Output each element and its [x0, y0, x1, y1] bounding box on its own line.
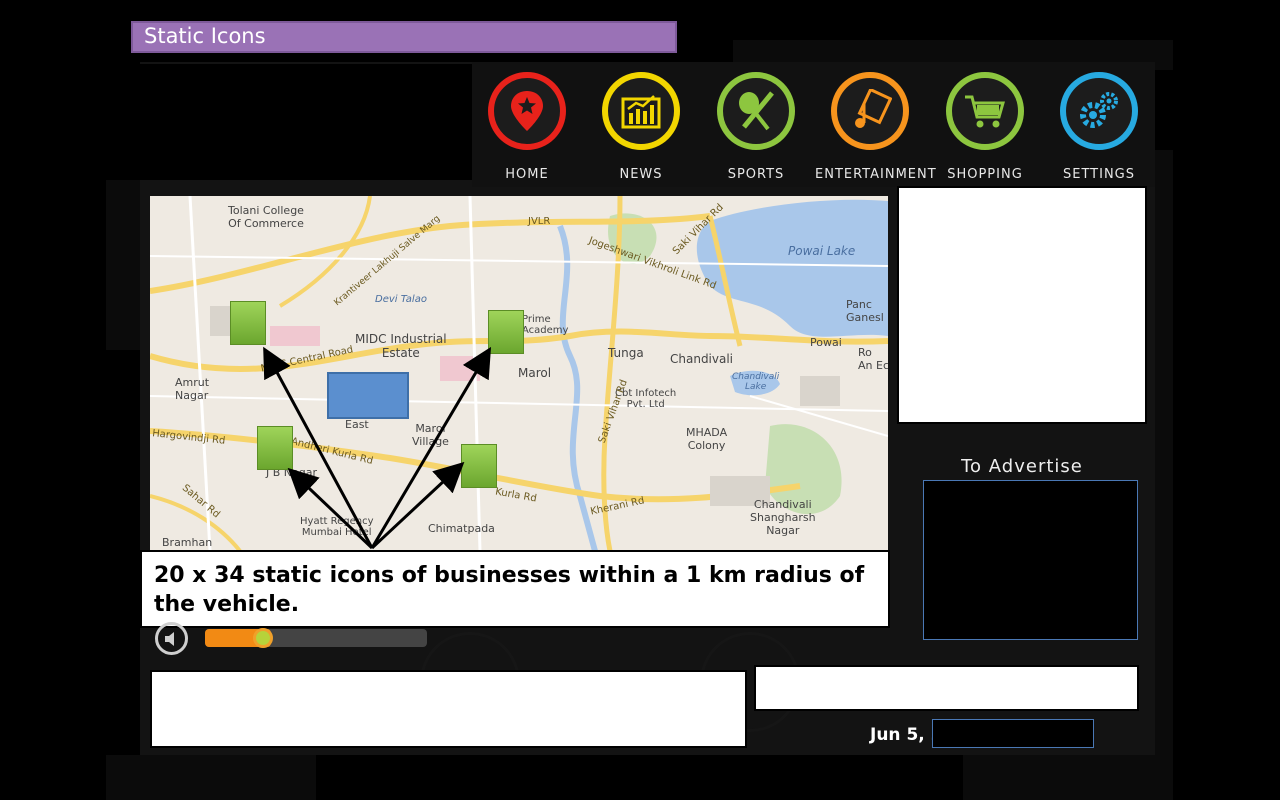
map-label: JVLR — [528, 216, 551, 227]
nav-label: HOME — [505, 167, 549, 182]
nav-label: SPORTS — [727, 167, 785, 182]
business-icon[interactable] — [488, 310, 524, 354]
background-panel-bottom-left — [106, 755, 316, 800]
nav-sports[interactable]: SPORTS — [701, 70, 811, 188]
gears-icon — [1080, 92, 1118, 128]
map-label: Panc Ganesl — [846, 298, 884, 324]
map-label: Prime Academy — [522, 314, 569, 336]
volume-knob[interactable] — [253, 628, 273, 648]
nav-label: NEWS — [619, 167, 663, 182]
map-label: Tunga — [608, 346, 644, 360]
top-nav: HOME NEWS SPORTS ENTERTAINMENT SHOPPING … — [472, 62, 1155, 187]
shopping-ring — [946, 72, 1024, 150]
news-ring — [602, 72, 680, 150]
nav-shopping[interactable]: SHOPPING — [930, 70, 1040, 188]
nav-entertainment[interactable]: ENTERTAINMENT — [815, 70, 937, 188]
ad-slot[interactable] — [923, 480, 1138, 640]
map-label: Devi Talao — [375, 294, 427, 305]
speaker-icon[interactable] — [155, 622, 188, 655]
background-panel-left — [106, 180, 140, 350]
home-ring — [488, 72, 566, 150]
business-icon[interactable] — [257, 426, 293, 470]
redacted-date-box — [932, 719, 1094, 748]
map-label: East — [345, 418, 369, 431]
vehicle-marker — [327, 372, 409, 419]
map-label: Bramhan — [162, 536, 213, 549]
sports-ring — [717, 72, 795, 150]
map-label: Chandivali Shangharsh Nagar — [750, 498, 816, 537]
map-label: Chandivali — [670, 352, 734, 366]
map-label: Marol — [518, 366, 552, 380]
volume-slider[interactable] — [205, 628, 427, 648]
right-info-panel — [897, 186, 1147, 424]
map-label: MHADA Colony — [686, 426, 728, 452]
map-pin-icon — [511, 91, 543, 131]
speaker-glyph — [164, 631, 174, 646]
callout-text: 20 x 34 static icons of businesses withi… — [140, 550, 890, 628]
bottom-left-panel — [150, 670, 747, 748]
background-panel-bottom-right — [963, 755, 1173, 800]
chart-icon — [621, 95, 661, 129]
nav-home[interactable]: HOME — [472, 70, 582, 188]
racket-bat-icon — [739, 91, 774, 131]
map-label: Powai — [810, 336, 842, 349]
entertainment-ring — [831, 72, 909, 150]
map-label: Chandivali Lake — [732, 372, 780, 392]
map-label: MIDC Industrial Estate — [355, 332, 447, 360]
redacted-block — [132, 64, 472, 180]
map-view[interactable]: Tolani College Of Commerce JVLR Saki Vih… — [150, 196, 888, 551]
map-label: Chimatpada — [428, 522, 495, 535]
nav-label: SHOPPING — [947, 167, 1023, 182]
cart-icon — [965, 95, 1005, 128]
map-label: Hyatt Regency Mumbai Hotel — [300, 516, 374, 538]
background-panel-right — [1155, 150, 1173, 760]
business-icon[interactable] — [461, 444, 497, 488]
nav-label: SETTINGS — [1062, 167, 1135, 182]
map-label: Ro An Ec — [858, 346, 888, 372]
settings-ring — [1060, 72, 1138, 150]
map-label: Marol Village — [412, 422, 449, 448]
slide-title: Static Icons — [131, 21, 677, 53]
nav-news[interactable]: NEWS — [586, 70, 696, 188]
map-label: Powai Lake — [788, 244, 856, 258]
business-icon[interactable] — [230, 301, 266, 345]
film-music-icon — [855, 89, 892, 128]
advertise-title: To Advertise — [961, 456, 1083, 477]
map-label: Tolani College Of Commerce — [228, 204, 304, 230]
map-label: Amrut Nagar — [175, 376, 210, 402]
bottom-right-panel — [754, 665, 1139, 711]
nav-settings[interactable]: SETTINGS — [1044, 70, 1154, 188]
nav-label: ENTERTAINMENT — [815, 167, 937, 182]
